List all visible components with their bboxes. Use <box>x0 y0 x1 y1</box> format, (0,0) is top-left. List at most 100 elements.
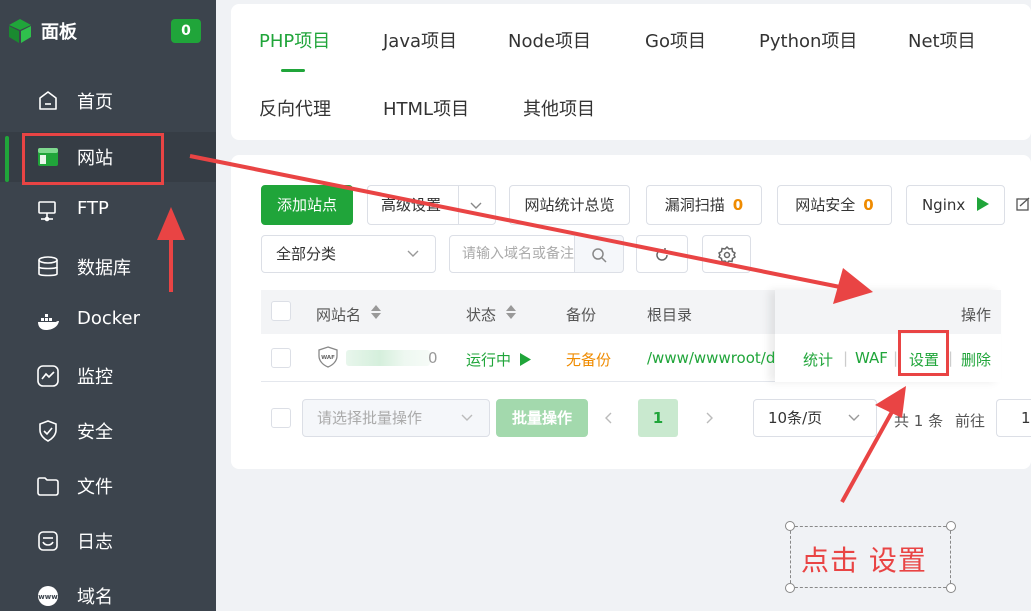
sidebar-item-label: Docker <box>77 308 141 329</box>
project-tabs <box>231 4 1031 140</box>
play-icon <box>977 197 990 211</box>
sidebar-item-monitor[interactable]: 监控 <box>0 351 216 401</box>
page-number-1[interactable]: 1 <box>638 399 678 437</box>
highlight-website-nav <box>22 133 164 185</box>
column-header-backup: 备份 <box>566 306 597 324</box>
site-name-tail: 0 <box>428 349 438 367</box>
sidebar-item-label: 首页 <box>77 92 113 113</box>
tab-other[interactable]: 其他项目 <box>523 95 595 121</box>
sidebar-item-database[interactable]: 数据库 <box>0 242 216 292</box>
backup-status[interactable]: 无备份 <box>566 349 611 370</box>
goto-label: 前往 <box>955 412 986 430</box>
log-icon <box>38 531 58 551</box>
sort-icon[interactable] <box>370 304 382 320</box>
active-indicator <box>5 136 9 182</box>
sidebar-item-label: FTP <box>77 198 109 219</box>
resize-handle <box>946 583 956 593</box>
ftp-icon <box>38 201 56 222</box>
tab-java[interactable]: Java项目 <box>383 27 457 53</box>
resize-handle <box>785 521 795 531</box>
tab-html[interactable]: HTML项目 <box>383 95 469 121</box>
brand: 面板 0 <box>0 0 216 62</box>
select-all-checkbox[interactable] <box>271 301 291 321</box>
add-site-button[interactable]: 添加站点 <box>261 185 353 225</box>
annotation-callout: 点击 设置 <box>790 526 951 588</box>
row-checkbox[interactable] <box>271 348 291 368</box>
gear-icon <box>718 246 736 264</box>
tab-php[interactable]: PHP项目 <box>259 27 330 53</box>
goto-page-input[interactable]: 1 <box>996 399 1031 437</box>
sort-icon[interactable] <box>505 304 517 320</box>
sidebar-item-ftp[interactable]: FTP <box>0 186 216 236</box>
site-security-label: 网站安全 <box>795 196 856 214</box>
chevron-down-icon <box>848 414 860 421</box>
tab-python[interactable]: Python项目 <box>759 27 857 53</box>
sidebar-item-files[interactable]: 文件 <box>0 461 216 511</box>
chevron-down-icon <box>470 202 482 209</box>
column-header-status[interactable]: 状态 <box>466 304 496 325</box>
database-icon <box>38 256 58 277</box>
prev-page-button[interactable] <box>590 399 628 437</box>
batch-action-placeholder: 请选择批量操作 <box>317 409 423 427</box>
status-running[interactable]: 运行中 <box>466 349 531 370</box>
search-icon <box>592 248 607 263</box>
sidebar-item-label: 数据库 <box>77 258 131 279</box>
root-directory-link[interactable]: /www/wwwroot/d <box>647 349 775 367</box>
shield-icon <box>39 420 57 442</box>
tab-go[interactable]: Go项目 <box>645 27 706 53</box>
vuln-scan-button[interactable]: 漏洞扫描 0 <box>646 185 762 225</box>
sidebar-item-logs[interactable]: 日志 <box>0 516 216 566</box>
advanced-settings-label: 高级设置 <box>381 196 442 214</box>
sidebar-item-label: 监控 <box>77 367 113 388</box>
sidebar-item-home[interactable]: 首页 <box>0 76 216 126</box>
sidebar-item-docker[interactable]: Docker <box>0 296 216 346</box>
tab-net[interactable]: Net项目 <box>908 27 976 53</box>
batch-action-select[interactable]: 请选择批量操作 <box>302 399 490 437</box>
tab-node[interactable]: Node项目 <box>508 27 591 53</box>
sidebar-item-label: 日志 <box>77 532 113 553</box>
category-select[interactable]: 全部分类 <box>261 235 436 273</box>
site-name-redacted[interactable] <box>346 350 430 366</box>
column-header-actions: 操作 <box>961 306 992 324</box>
svg-text:www: www <box>38 593 58 601</box>
category-value: 全部分类 <box>276 245 337 263</box>
folder-icon <box>37 477 59 496</box>
highlight-settings-action <box>898 330 949 376</box>
stats-action-link[interactable]: 统计 <box>803 349 833 370</box>
delete-action-link[interactable]: 删除 <box>961 349 991 370</box>
tab-reverse-proxy[interactable]: 反向代理 <box>259 95 331 121</box>
chevron-left-icon <box>605 412 612 424</box>
sidebar-item-security[interactable]: 安全 <box>0 406 216 456</box>
vuln-scan-label: 漏洞扫描 <box>664 196 725 214</box>
footer-select-checkbox[interactable] <box>271 408 291 428</box>
waf-shield-icon: WAF <box>318 346 338 368</box>
sidebar-item-domain[interactable]: www 域名 <box>0 571 216 611</box>
play-icon <box>519 353 531 366</box>
batch-action-button[interactable]: 批量操作 <box>496 399 588 437</box>
page-size-select[interactable]: 10条/页 <box>753 399 877 437</box>
edit-icon[interactable] <box>1016 197 1031 212</box>
next-page-button[interactable] <box>690 399 728 437</box>
site-stats-button[interactable]: 网站统计总览 <box>509 185 630 225</box>
sidebar-item-label: 域名 <box>77 587 113 608</box>
column-header-name[interactable]: 网站名 <box>316 304 361 325</box>
home-icon <box>39 91 57 110</box>
column-settings-button[interactable] <box>702 235 751 273</box>
security-count: 0 <box>863 196 874 214</box>
nginx-label: Nginx <box>921 196 966 214</box>
waf-action-link[interactable]: WAF <box>855 349 888 367</box>
message-badge[interactable]: 0 <box>171 19 201 43</box>
site-security-button[interactable]: 网站安全 0 <box>777 185 892 225</box>
nginx-button[interactable]: Nginx <box>906 185 1005 225</box>
refresh-icon <box>656 248 668 261</box>
sidebar-item-label: 安全 <box>77 422 113 443</box>
docker-icon <box>38 314 59 330</box>
resize-handle <box>946 521 956 531</box>
advanced-settings-dropdown[interactable]: 高级设置 <box>367 185 496 225</box>
globe-icon: www <box>38 586 58 606</box>
search-button[interactable] <box>574 235 624 273</box>
sidebar: 面板 0 首页 网站 FTP 数据库 Docker 监控 安全 文件 日志 ww… <box>0 0 216 611</box>
search-input[interactable]: 请输入域名或备注 <box>449 235 575 273</box>
svg-text:WAF: WAF <box>321 355 335 361</box>
refresh-button[interactable] <box>636 235 688 273</box>
